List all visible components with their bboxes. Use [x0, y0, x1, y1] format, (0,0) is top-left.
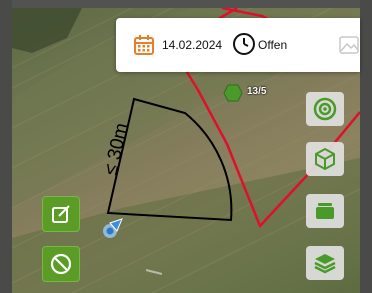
device-bezel-top: [0, 0, 372, 8]
task-status: Offen: [258, 38, 288, 52]
task-info-bar[interactable]: 14.02.2024 Offen: [116, 18, 360, 72]
calendar-icon: [134, 35, 154, 55]
hex-count-label: 13/5: [247, 86, 267, 97]
clock-icon: [233, 33, 255, 55]
device-bezel-left: [0, 0, 12, 293]
image-placeholder-icon[interactable]: [338, 34, 360, 56]
cancel-icon: [50, 253, 72, 275]
cancel-button[interactable]: [42, 246, 80, 282]
hexagon-icon: [223, 84, 243, 102]
layers-icon: [314, 254, 336, 274]
folder-button[interactable]: [306, 194, 344, 228]
cube-icon: [315, 147, 335, 171]
target-icon: [313, 97, 337, 121]
edit-button[interactable]: [42, 196, 80, 232]
layers-button[interactable]: [306, 246, 344, 280]
due-date: 14.02.2024: [162, 38, 223, 52]
edit-icon: [52, 205, 70, 223]
target-button[interactable]: [306, 92, 344, 126]
3d-view-button[interactable]: [306, 142, 344, 176]
folder-icon: [316, 203, 334, 219]
location-marker-icon[interactable]: [102, 215, 128, 241]
device-bezel-right: [360, 0, 372, 293]
